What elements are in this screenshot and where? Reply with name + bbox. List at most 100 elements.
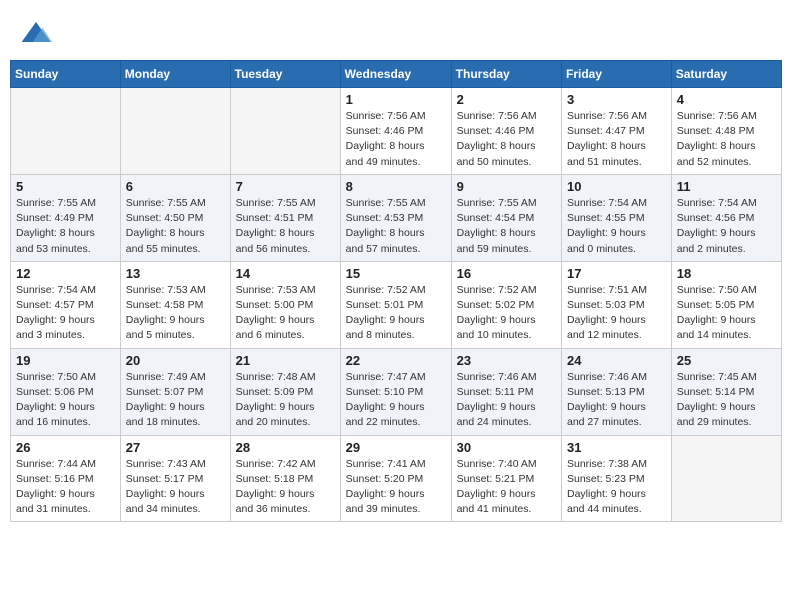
day-number: 2 [457,92,556,107]
page-header [10,10,782,54]
calendar-cell: 20 Sunrise: 7:49 AMSunset: 5:07 PMDayligh… [120,348,230,435]
day-number: 18 [677,266,776,281]
day-number: 17 [567,266,666,281]
day-number: 16 [457,266,556,281]
day-info: Sunrise: 7:47 AMSunset: 5:10 PMDaylight:… [346,370,446,431]
calendar-cell: 23Sunrise: 7:46 AMSunset: 5:11 PMDayligh… [451,348,561,435]
calendar-week-3: 12 Sunrise: 7:54 AMSunset: 4:57 PMDayligh… [11,261,782,348]
day-info: Sunrise: 7:50 AMSunset: 5:05 PMDaylight:… [677,283,776,344]
day-number: 7 [236,179,335,194]
day-number: 6 [126,179,225,194]
day-info: Sunrise: 7:54 AMSunset: 4:57 PMDaylight:… [16,283,115,344]
calendar-cell: 17 Sunrise: 7:51 AMSunset: 5:03 PMDayligh… [562,261,672,348]
calendar-cell: 31 Sunrise: 7:38 AMSunset: 5:23 PMDayligh… [562,435,672,522]
day-info: Sunrise: 7:44 AMSunset: 5:16 PMDaylight:… [16,457,115,518]
day-info: Sunrise: 7:55 AMSunset: 4:50 PMDaylight:… [126,196,225,257]
day-info: Sunrise: 7:40 AMSunset: 5:21 PMDaylight:… [457,457,556,518]
day-number: 12 [16,266,115,281]
day-number: 9 [457,179,556,194]
day-number: 25 [677,353,776,368]
calendar-cell: 8 Sunrise: 7:55 AMSunset: 4:53 PMDaylight… [340,174,451,261]
calendar-cell: 26 Sunrise: 7:44 AMSunset: 5:16 PMDayligh… [11,435,121,522]
calendar-cell: 6 Sunrise: 7:55 AMSunset: 4:50 PMDaylight… [120,174,230,261]
day-info: Sunrise: 7:55 AMSunset: 4:51 PMDaylight:… [236,196,335,257]
calendar-week-2: 5 Sunrise: 7:55 AMSunset: 4:49 PMDaylight… [11,174,782,261]
header-tuesday: Tuesday [230,61,340,88]
calendar-week-5: 26 Sunrise: 7:44 AMSunset: 5:16 PMDayligh… [11,435,782,522]
day-info: Sunrise: 7:52 AMSunset: 5:02 PMDaylight:… [457,283,556,344]
calendar-cell: 2 Sunrise: 7:56 AMSunset: 4:46 PMDaylight… [451,88,561,175]
day-number: 30 [457,440,556,455]
header-sunday: Sunday [11,61,121,88]
logo [20,18,56,50]
day-info: Sunrise: 7:46 AMSunset: 5:13 PMDaylight:… [567,370,666,431]
calendar-week-1: 1 Sunrise: 7:56 AMSunset: 4:46 PMDaylight… [11,88,782,175]
day-info: Sunrise: 7:56 AMSunset: 4:46 PMDaylight:… [457,109,556,170]
calendar-cell: 1Sunrise: 7:56 AMSunset: 4:46 PMDaylight… [340,88,451,175]
day-info: Sunrise: 7:53 AMSunset: 4:58 PMDaylight:… [126,283,225,344]
header-monday: Monday [120,61,230,88]
calendar-cell: 4 Sunrise: 7:56 AMSunset: 4:48 PMDaylight… [671,88,781,175]
day-number: 24 [567,353,666,368]
day-info: Sunrise: 7:51 AMSunset: 5:03 PMDaylight:… [567,283,666,344]
day-number: 1 [346,92,446,107]
day-info: Sunrise: 7:48 AMSunset: 5:09 PMDaylight:… [236,370,335,431]
day-info: Sunrise: 7:55 AMSunset: 4:49 PMDaylight:… [16,196,115,257]
calendar-cell: 14Sunrise: 7:53 AMSunset: 5:00 PMDayligh… [230,261,340,348]
day-info: Sunrise: 7:55 AMSunset: 4:54 PMDaylight:… [457,196,556,257]
calendar-cell [120,88,230,175]
day-number: 22 [346,353,446,368]
day-number: 11 [677,179,776,194]
day-info: Sunrise: 7:49 AMSunset: 5:07 PMDaylight:… [126,370,225,431]
day-number: 10 [567,179,666,194]
day-number: 28 [236,440,335,455]
day-info: Sunrise: 7:55 AMSunset: 4:53 PMDaylight:… [346,196,446,257]
day-number: 29 [346,440,446,455]
calendar-cell: 25 Sunrise: 7:45 AMSunset: 5:14 PMDayligh… [671,348,781,435]
day-number: 8 [346,179,446,194]
day-number: 31 [567,440,666,455]
calendar-cell [230,88,340,175]
day-info: Sunrise: 7:45 AMSunset: 5:14 PMDaylight:… [677,370,776,431]
header-saturday: Saturday [671,61,781,88]
day-info: Sunrise: 7:54 AMSunset: 4:56 PMDaylight:… [677,196,776,257]
day-info: Sunrise: 7:41 AMSunset: 5:20 PMDaylight:… [346,457,446,518]
day-number: 13 [126,266,225,281]
calendar-cell [11,88,121,175]
calendar-cell: 21 Sunrise: 7:48 AMSunset: 5:09 PMDayligh… [230,348,340,435]
day-info: Sunrise: 7:38 AMSunset: 5:23 PMDaylight:… [567,457,666,518]
day-info: Sunrise: 7:46 AMSunset: 5:11 PMDaylight:… [457,370,556,431]
calendar-cell: 27Sunrise: 7:43 AMSunset: 5:17 PMDayligh… [120,435,230,522]
calendar-cell: 29 Sunrise: 7:41 AMSunset: 5:20 PMDayligh… [340,435,451,522]
day-number: 14 [236,266,335,281]
day-number: 20 [126,353,225,368]
header-thursday: Thursday [451,61,561,88]
day-number: 26 [16,440,115,455]
calendar-cell: 19 Sunrise: 7:50 AMSunset: 5:06 PMDayligh… [11,348,121,435]
calendar-cell: 18 Sunrise: 7:50 AMSunset: 5:05 PMDayligh… [671,261,781,348]
day-info: Sunrise: 7:42 AMSunset: 5:18 PMDaylight:… [236,457,335,518]
calendar-cell: 24 Sunrise: 7:46 AMSunset: 5:13 PMDayligh… [562,348,672,435]
day-info: Sunrise: 7:56 AMSunset: 4:47 PMDaylight:… [567,109,666,170]
day-info: Sunrise: 7:50 AMSunset: 5:06 PMDaylight:… [16,370,115,431]
calendar-header-row: SundayMondayTuesdayWednesdayThursdayFrid… [11,61,782,88]
calendar-week-4: 19 Sunrise: 7:50 AMSunset: 5:06 PMDayligh… [11,348,782,435]
header-friday: Friday [562,61,672,88]
day-number: 19 [16,353,115,368]
day-info: Sunrise: 7:43 AMSunset: 5:17 PMDaylight:… [126,457,225,518]
day-number: 21 [236,353,335,368]
calendar-cell: 28 Sunrise: 7:42 AMSunset: 5:18 PMDayligh… [230,435,340,522]
day-info: Sunrise: 7:52 AMSunset: 5:01 PMDaylight:… [346,283,446,344]
calendar-cell: 5 Sunrise: 7:55 AMSunset: 4:49 PMDaylight… [11,174,121,261]
calendar-cell: 10Sunrise: 7:54 AMSunset: 4:55 PMDayligh… [562,174,672,261]
logo-icon [20,18,52,50]
calendar-cell: 11 Sunrise: 7:54 AMSunset: 4:56 PMDayligh… [671,174,781,261]
day-number: 4 [677,92,776,107]
calendar-cell: 7 Sunrise: 7:55 AMSunset: 4:51 PMDaylight… [230,174,340,261]
calendar-table: SundayMondayTuesdayWednesdayThursdayFrid… [10,60,782,522]
day-number: 3 [567,92,666,107]
day-info: Sunrise: 7:56 AMSunset: 4:48 PMDaylight:… [677,109,776,170]
calendar-cell: 30 Sunrise: 7:40 AMSunset: 5:21 PMDayligh… [451,435,561,522]
day-number: 5 [16,179,115,194]
calendar-cell: 3 Sunrise: 7:56 AMSunset: 4:47 PMDaylight… [562,88,672,175]
